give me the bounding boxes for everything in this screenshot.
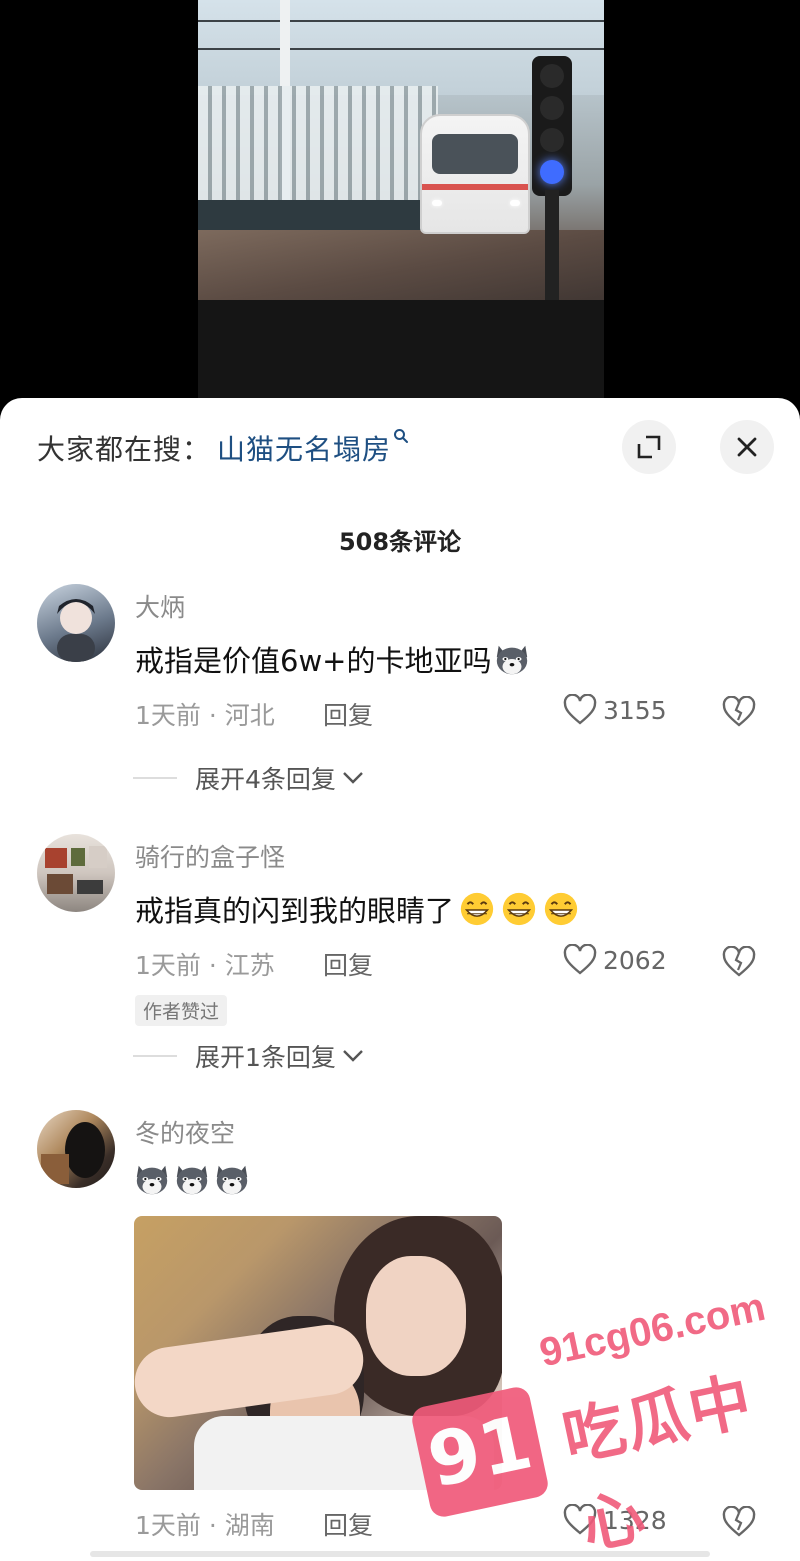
comment-text: 戒指是价值6w+的卡地亚吗 (135, 644, 492, 678)
reply-button[interactable]: 回复 (323, 946, 373, 982)
like-count: 3155 (603, 695, 667, 725)
comment-username[interactable]: 大炳 (135, 588, 185, 624)
video-frame (198, 0, 604, 410)
expand-replies[interactable]: 展开4条回复 (133, 760, 364, 796)
dislike-button[interactable] (722, 945, 756, 982)
search-icon (393, 428, 409, 449)
dislike-button[interactable] (722, 695, 756, 732)
trending-search-term[interactable]: 山猫无名塌房 (217, 428, 391, 468)
chevron-down-icon (343, 772, 363, 784)
comment-sheet: 大家都在搜： 山猫无名塌房 508条评论 大炳 戒指是价值6w+的卡地亚吗 1天… (0, 398, 800, 1561)
comment-text-row: 戒指真的闪到我的眼睛了 (135, 888, 580, 930)
expand-button[interactable] (622, 420, 676, 474)
dislike-button[interactable] (722, 1505, 756, 1542)
husky-emoji (136, 1165, 168, 1195)
avatar[interactable] (37, 584, 115, 662)
comment-time-location: 1天前 · 河北 (135, 701, 275, 730)
home-indicator[interactable] (90, 1551, 710, 1557)
like-button[interactable]: 2062 (563, 944, 667, 976)
comment-username[interactable]: 冬的夜空 (135, 1114, 235, 1150)
broken-heart-icon (722, 945, 756, 977)
comment-text: 戒指真的闪到我的眼睛了 (135, 894, 455, 928)
close-button[interactable] (720, 420, 774, 474)
like-count: 1328 (603, 1505, 667, 1535)
author-liked-badge: 作者赞过 (135, 995, 228, 1026)
trending-search[interactable]: 大家都在搜： 山猫无名塌房 (37, 428, 409, 468)
avatar[interactable] (37, 1110, 115, 1188)
comment-emoji-row (131, 1160, 251, 1198)
avatar[interactable] (37, 834, 115, 912)
chevron-down-icon (343, 1050, 363, 1062)
grin-emoji (502, 892, 536, 926)
expand-replies-label: 展开4条回复 (195, 765, 336, 794)
expand-replies[interactable]: 展开1条回复 (133, 1038, 364, 1074)
expand-icon (637, 435, 661, 459)
video-player[interactable] (0, 0, 800, 410)
heart-icon (563, 944, 597, 975)
comment-text-row: 戒指是价值6w+的卡地亚吗 (135, 638, 531, 680)
reply-button[interactable]: 回复 (323, 1506, 373, 1542)
reply-button[interactable]: 回复 (323, 696, 373, 732)
signal-light (532, 56, 572, 196)
comment-count: 508条评论 (338, 528, 462, 556)
train (420, 114, 530, 234)
comment-username[interactable]: 骑行的盒子怪 (135, 838, 285, 874)
comment-time-location: 1天前 · 江苏 (135, 951, 275, 980)
heart-icon (563, 694, 597, 725)
expand-replies-label: 展开1条回复 (195, 1043, 336, 1072)
broken-heart-icon (722, 695, 756, 727)
like-button[interactable]: 1328 (563, 1504, 667, 1536)
like-button[interactable]: 3155 (563, 694, 667, 726)
husky-emoji (216, 1165, 248, 1195)
like-count: 2062 (603, 945, 667, 975)
comment-image[interactable] (134, 1216, 502, 1490)
trending-search-prefix: 大家都在搜： (37, 433, 212, 466)
comment-time-location: 1天前 · 湖南 (135, 1511, 275, 1540)
grin-emoji (544, 892, 578, 926)
husky-emoji (176, 1165, 208, 1195)
heart-icon (563, 1504, 597, 1535)
broken-heart-icon (722, 1505, 756, 1537)
husky-emoji (497, 645, 528, 675)
close-icon (737, 437, 757, 457)
grin-emoji (460, 892, 494, 926)
